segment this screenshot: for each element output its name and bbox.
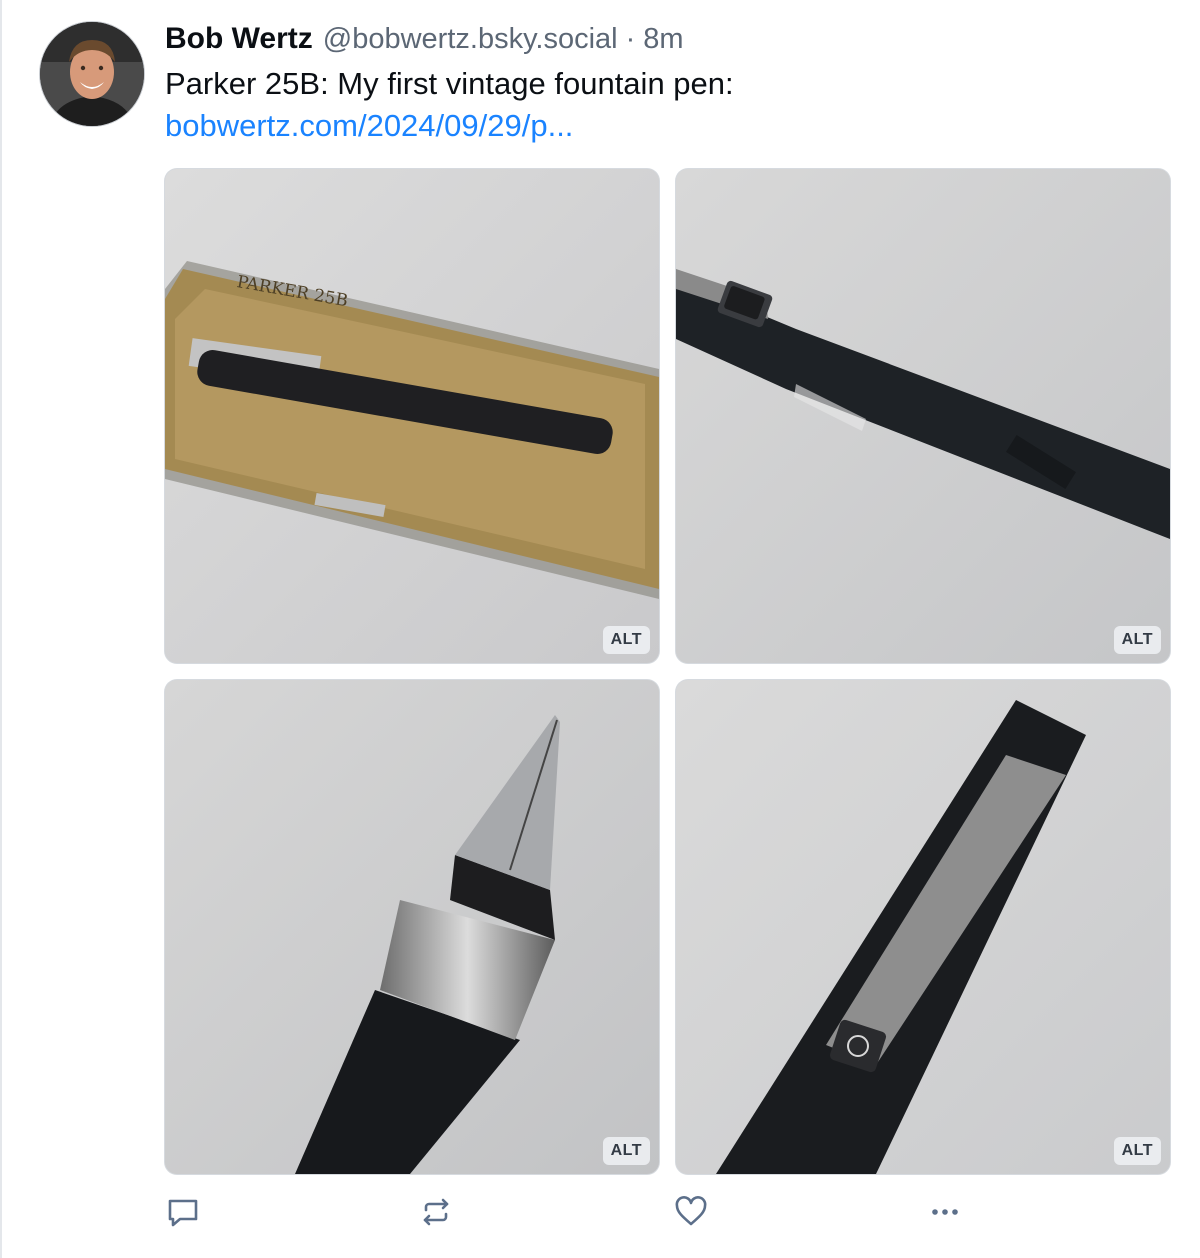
post-image-3[interactable]: ALT [165, 680, 659, 1174]
repost-icon [423, 1198, 449, 1226]
post-timestamp[interactable]: 8m [643, 23, 683, 56]
post-image-2[interactable]: ALT [676, 169, 1170, 663]
post-image-4[interactable]: ALT [676, 680, 1170, 1174]
avatar[interactable] [40, 22, 144, 126]
post-text: Parker 25B: My first vintage fountain pe… [165, 66, 734, 101]
alt-badge[interactable]: ALT [1113, 626, 1161, 654]
alt-badge[interactable]: ALT [602, 1137, 650, 1165]
author-name[interactable]: Bob Wertz [165, 22, 313, 56]
alt-badge[interactable]: ALT [602, 626, 650, 654]
reply-button[interactable] [165, 1194, 201, 1230]
separator-dot: · [625, 23, 636, 55]
post-link[interactable]: bobwertz.com/2024/09/29/p... [165, 108, 573, 144]
like-button[interactable] [673, 1194, 709, 1230]
post-actions [165, 1194, 985, 1230]
post-header: Bob Wertz @bobwertz.bsky.social · 8m [165, 22, 684, 62]
author-handle[interactable]: @bobwertz.bsky.social [323, 23, 618, 56]
repost-button[interactable] [418, 1194, 454, 1230]
post-image-1[interactable]: PARKER 25B ALT [165, 169, 659, 663]
reply-icon [168, 1199, 198, 1227]
feed-divider [0, 0, 2, 1258]
more-options-button[interactable] [927, 1194, 963, 1230]
avatar-photo [40, 22, 144, 126]
alt-badge[interactable]: ALT [1113, 1137, 1161, 1165]
heart-icon [675, 1196, 707, 1226]
more-icon [932, 1209, 958, 1215]
